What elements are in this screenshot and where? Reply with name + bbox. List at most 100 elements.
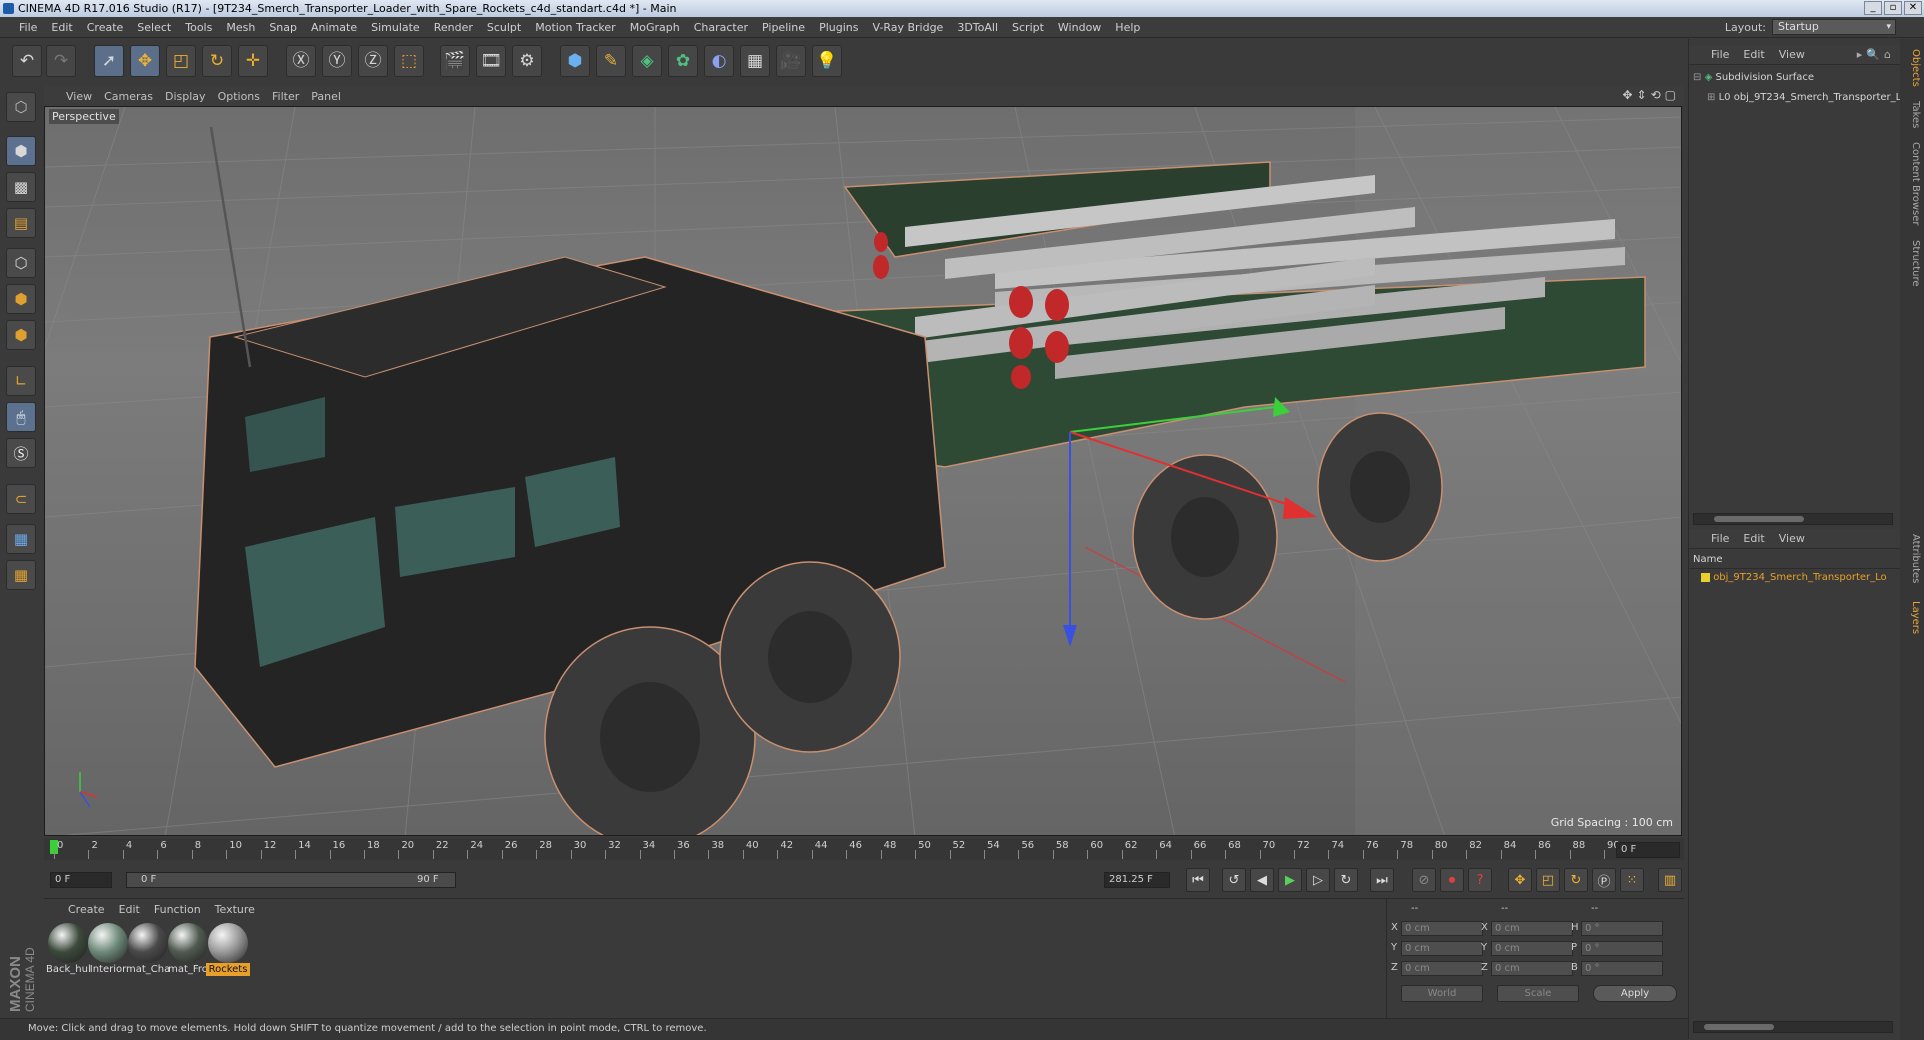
- material-menu-create[interactable]: Create: [68, 903, 119, 916]
- coord-value-field[interactable]: 0 cm: [1401, 941, 1483, 956]
- timeline-ruler[interactable]: 0 2 4 6 8 10 12 14 16 18 20 22 24 26 28 30 32 34 36 38 40 42 4…: [44, 838, 1684, 860]
- viewport-menu-display[interactable]: Display: [165, 90, 218, 103]
- menu-pipeline[interactable]: Pipeline: [755, 21, 812, 34]
- scale-tool-button[interactable]: ◰: [166, 45, 196, 77]
- menu-mograph[interactable]: MoGraph: [623, 21, 687, 34]
- size-mode-dropdown[interactable]: Scale: [1497, 985, 1579, 1002]
- y-axis-lock-button[interactable]: Ⓨ: [322, 45, 352, 77]
- render-view-button[interactable]: 🎬: [440, 45, 470, 77]
- go-to-end-button[interactable]: ⏭: [1370, 868, 1394, 892]
- menu-sculpt[interactable]: Sculpt: [480, 21, 528, 34]
- material-swatch[interactable]: mat_Fro: [166, 923, 210, 981]
- layout-dropdown[interactable]: Startup: [1772, 19, 1896, 35]
- workplane-mode-button[interactable]: ▤: [6, 208, 36, 238]
- menu-render[interactable]: Render: [427, 21, 480, 34]
- axis-mode-button[interactable]: ∟: [6, 366, 36, 396]
- menu-edit[interactable]: Edit: [44, 21, 79, 34]
- magnet-button[interactable]: ⊂: [6, 484, 36, 514]
- menu-snap[interactable]: Snap: [262, 21, 304, 34]
- camera-label[interactable]: Perspective: [49, 109, 119, 124]
- z-axis-lock-button[interactable]: Ⓩ: [358, 45, 388, 77]
- frame-range-slider[interactable]: 0 F 90 F: [126, 872, 456, 888]
- record-keys-button[interactable]: ⊘: [1412, 868, 1436, 892]
- tab-structure[interactable]: Structure: [1903, 235, 1921, 291]
- coord-value-field[interactable]: 0 °: [1581, 941, 1663, 956]
- maximize-button[interactable]: ▫: [1884, 1, 1902, 15]
- end-frame-field[interactable]: 281.25 F: [1104, 872, 1170, 888]
- tree-item-subdivision[interactable]: ⊟ ◈ Subdivision Surface: [1689, 69, 1901, 87]
- key-scale-button[interactable]: ◰: [1536, 868, 1560, 892]
- minimize-button[interactable]: _: [1864, 1, 1882, 15]
- lm-edit-menu[interactable]: Edit: [1743, 532, 1778, 545]
- key-rotation-button[interactable]: ↻: [1564, 868, 1588, 892]
- coord-value-field[interactable]: 0 °: [1581, 921, 1663, 936]
- snap-button[interactable]: Ⓢ: [6, 438, 36, 468]
- tree-item-obj[interactable]: ⊞ L0 obj_9T234_Smerch_Transporter_Lo: [1689, 89, 1901, 107]
- live-selection-button[interactable]: ✛: [238, 45, 268, 77]
- coord-value-field[interactable]: 0 cm: [1401, 921, 1483, 936]
- om-view-menu[interactable]: View: [1779, 48, 1819, 61]
- cube-object-button[interactable]: ⬢: [560, 45, 590, 77]
- coord-value-field[interactable]: 0 cm: [1491, 941, 1573, 956]
- menu-tools[interactable]: Tools: [178, 21, 219, 34]
- start-frame-field[interactable]: 0 F: [50, 872, 112, 888]
- locked-workplane-button[interactable]: ▦: [6, 524, 36, 554]
- current-frame-field[interactable]: 0 F: [1616, 842, 1680, 858]
- lm-view-menu[interactable]: View: [1779, 532, 1819, 545]
- coordinate-mode-dropdown[interactable]: World: [1401, 985, 1483, 1002]
- make-editable-button[interactable]: ⬡: [6, 92, 36, 122]
- coord-value-field[interactable]: 0 cm: [1491, 961, 1573, 976]
- material-swatch[interactable]: Rockets: [206, 923, 250, 981]
- tab-takes[interactable]: Takes: [1903, 97, 1921, 133]
- menu-3dtoall[interactable]: 3DToAll: [950, 21, 1005, 34]
- menu-simulate[interactable]: Simulate: [364, 21, 427, 34]
- menu-window[interactable]: Window: [1051, 21, 1108, 34]
- menu-animate[interactable]: Animate: [304, 21, 364, 34]
- key-parameter-button[interactable]: Ⓟ: [1592, 868, 1616, 892]
- menu-script[interactable]: Script: [1005, 21, 1051, 34]
- material-swatch[interactable]: Interior: [86, 923, 130, 981]
- light-object-button[interactable]: 💡: [812, 45, 842, 77]
- menu-v-ray-bridge[interactable]: V-Ray Bridge: [865, 21, 950, 34]
- material-menu-edit[interactable]: Edit: [119, 903, 154, 916]
- previous-key-button[interactable]: ↺: [1222, 868, 1246, 892]
- coord-value-field[interactable]: 0 cm: [1491, 921, 1573, 936]
- key-pla-button[interactable]: ⁙: [1620, 868, 1644, 892]
- menu-file[interactable]: File: [12, 21, 44, 34]
- viewport-menu-panel[interactable]: Panel: [311, 90, 353, 103]
- edges-mode-button[interactable]: ⬢: [6, 284, 36, 314]
- rotate-tool-button[interactable]: ↻: [202, 45, 232, 77]
- timeline-window-button[interactable]: ▥: [1658, 868, 1682, 892]
- camera-object-button[interactable]: 🎥: [776, 45, 806, 77]
- autokey-button[interactable]: ⏺: [1440, 868, 1464, 892]
- om-search-icons[interactable]: ▸🔍⌂: [1857, 48, 1901, 61]
- keyframe-selection-button[interactable]: ?: [1468, 868, 1492, 892]
- menu-help[interactable]: Help: [1108, 21, 1147, 34]
- texture-mode-button[interactable]: ▩: [6, 172, 36, 202]
- menu-select[interactable]: Select: [130, 21, 178, 34]
- pen-spline-button[interactable]: ✎: [596, 45, 626, 77]
- subdivision-surface-button[interactable]: ◈: [632, 45, 662, 77]
- viewport-menu-options[interactable]: Options: [218, 90, 272, 103]
- select-tool-button[interactable]: ➚: [94, 45, 124, 77]
- viewport-menu-view[interactable]: View: [66, 90, 104, 103]
- viewport-menu-cameras[interactable]: Cameras: [104, 90, 165, 103]
- lm-horizontal-scrollbar[interactable]: [1693, 1021, 1893, 1033]
- tab-attributes[interactable]: Attributes: [1903, 529, 1921, 589]
- coord-value-field[interactable]: 0 cm: [1401, 961, 1483, 976]
- menu-motion-tracker[interactable]: Motion Tracker: [528, 21, 622, 34]
- material-menu-function[interactable]: Function: [154, 903, 215, 916]
- model-mode-button[interactable]: ⬢: [6, 136, 36, 166]
- material-swatch[interactable]: Back_hul: [46, 923, 90, 981]
- om-file-menu[interactable]: File: [1711, 48, 1743, 61]
- play-button[interactable]: ▶: [1278, 868, 1302, 892]
- previous-frame-button[interactable]: ◀: [1250, 868, 1274, 892]
- planar-workplane-button[interactable]: ▦: [6, 560, 36, 590]
- menu-character[interactable]: Character: [687, 21, 755, 34]
- key-position-button[interactable]: ✥: [1508, 868, 1532, 892]
- material-swatch[interactable]: mat_Cha: [126, 923, 170, 981]
- x-axis-lock-button[interactable]: Ⓧ: [286, 45, 316, 77]
- tab-content-browser[interactable]: Content Browser: [1903, 139, 1921, 229]
- coordinate-system-button[interactable]: ⬚: [394, 45, 424, 77]
- floor-object-button[interactable]: ▦: [740, 45, 770, 77]
